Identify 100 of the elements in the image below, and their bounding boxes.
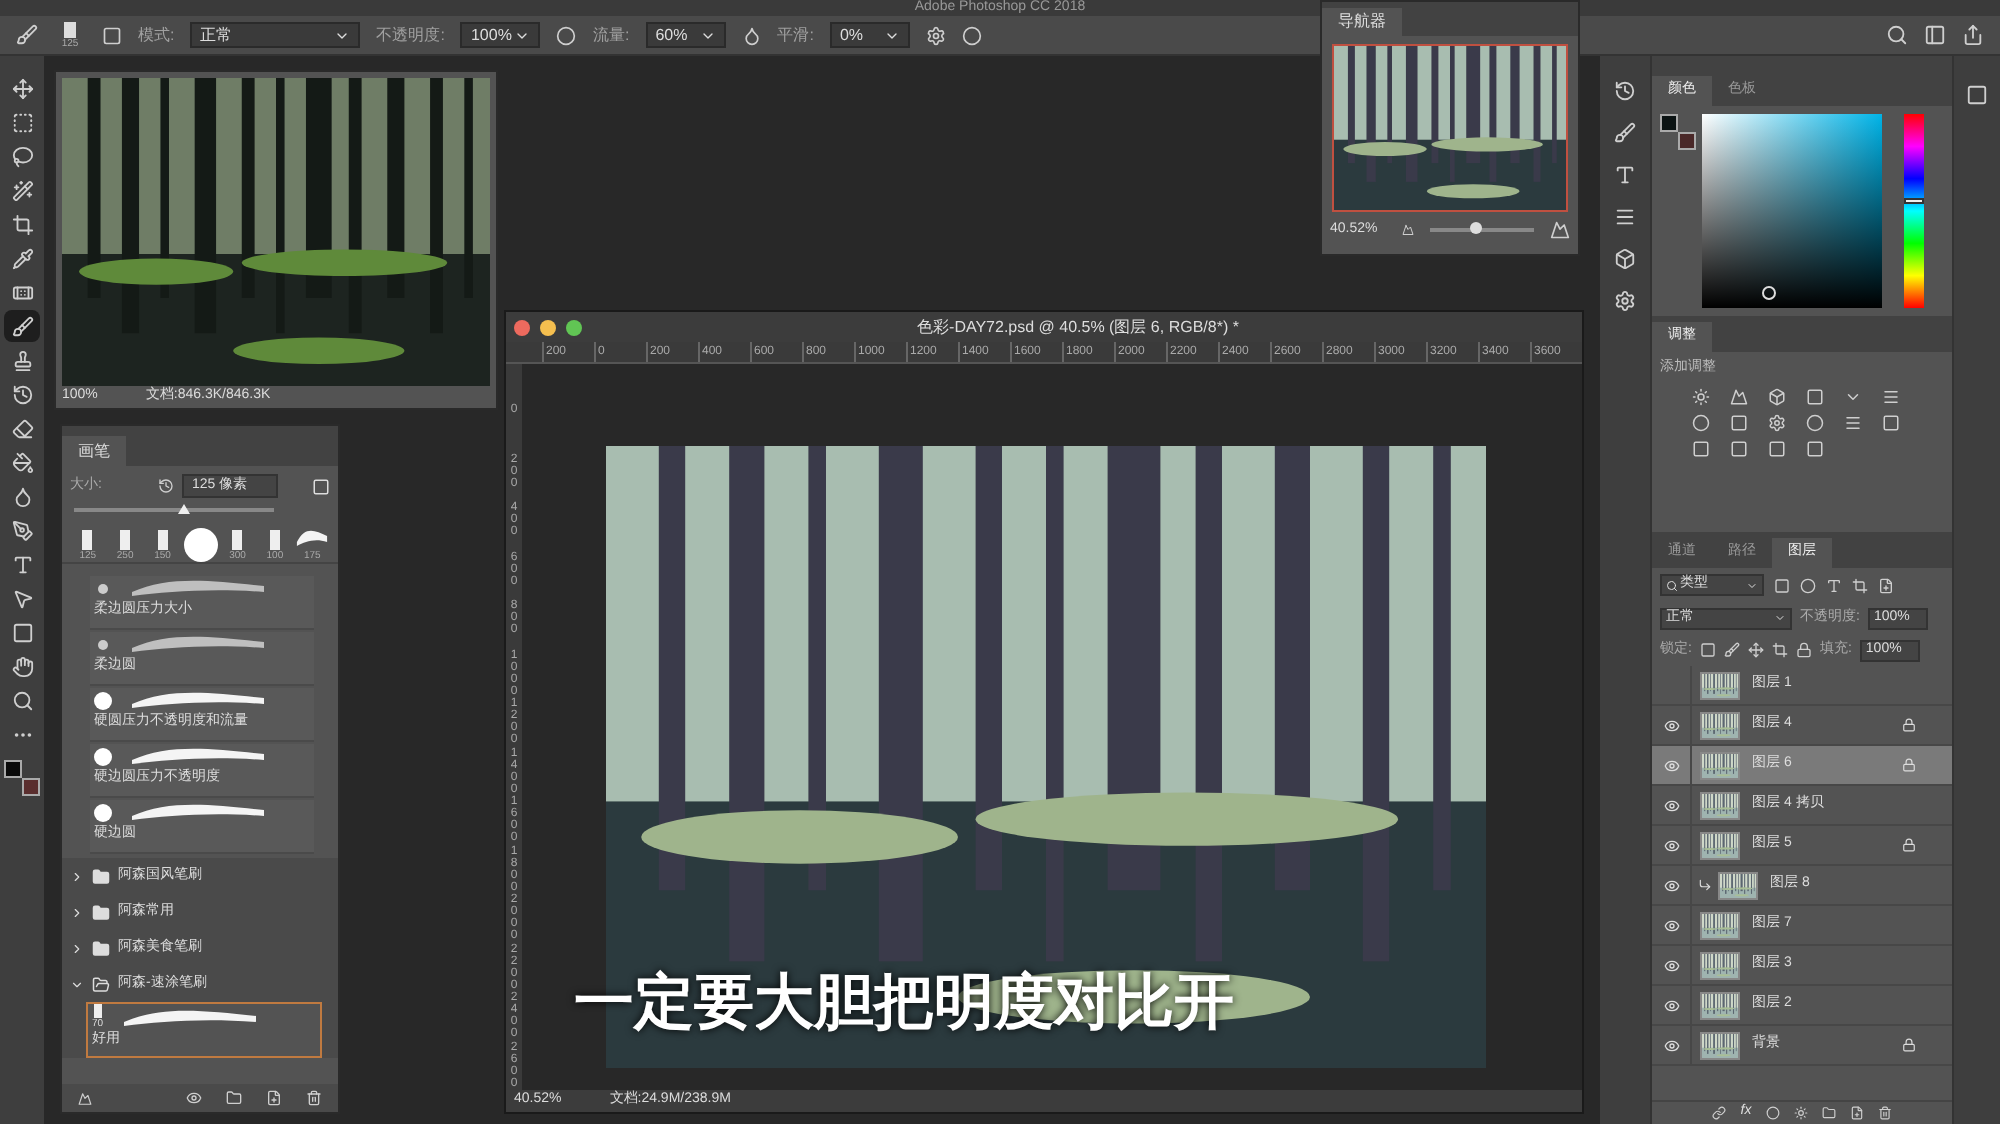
folder-icon <box>92 975 110 993</box>
folder-icon[interactable] <box>226 1090 242 1106</box>
close-button[interactable] <box>514 319 530 335</box>
adjustment-icon[interactable] <box>1882 413 1900 431</box>
chevron-icon[interactable] <box>70 905 84 919</box>
brush-stroke-preview <box>128 800 268 824</box>
soft-tip-icon <box>98 583 108 593</box>
brush-tip-preview[interactable] <box>64 21 76 37</box>
flow-field[interactable]: 60% <box>645 22 726 48</box>
tip-icon <box>120 530 131 550</box>
brush-icon[interactable] <box>1614 122 1636 144</box>
text-icon <box>11 553 33 575</box>
smoothing-label: 平滑: <box>777 23 814 47</box>
brush-stroke-preview <box>128 688 268 712</box>
adjustment-icon[interactable] <box>1882 387 1900 405</box>
search-icon <box>1666 579 1678 591</box>
round-tip-icon <box>183 528 218 562</box>
adjustment-icon[interactable] <box>1768 439 1786 457</box>
eye-icon[interactable] <box>1663 957 1679 973</box>
settings-icon[interactable] <box>925 25 946 45</box>
filter-icon[interactable] <box>1852 577 1868 593</box>
background-color-swatch[interactable] <box>1678 132 1696 150</box>
adjustment-icon[interactable] <box>1768 387 1786 405</box>
eye-icon[interactable] <box>1663 797 1679 813</box>
opacity-label: 不透明度: <box>376 23 445 47</box>
brush-icon <box>16 24 38 46</box>
eye-icon[interactable] <box>1663 1037 1679 1053</box>
new-brush-icon[interactable] <box>266 1090 282 1106</box>
eye-icon[interactable] <box>1663 757 1679 773</box>
foreground-color-swatch[interactable] <box>4 760 22 778</box>
eye-icon[interactable] <box>186 1090 202 1106</box>
hard-tip-icon <box>94 747 112 765</box>
color-field[interactable] <box>1702 114 1882 308</box>
brush-stroke-preview <box>128 576 268 600</box>
eye-icon[interactable] <box>1663 717 1679 733</box>
square-icon <box>11 621 33 643</box>
trash-icon[interactable] <box>1877 1106 1892 1120</box>
minimize-button[interactable] <box>540 319 556 335</box>
cube-icon[interactable] <box>1614 248 1636 270</box>
foreground-color-swatch[interactable] <box>1660 114 1678 132</box>
pen-icon <box>11 519 33 541</box>
hue-thumb[interactable] <box>1904 197 1924 204</box>
brush-stroke-preview <box>119 1005 260 1029</box>
hue-slider[interactable] <box>1904 114 1924 308</box>
eye-icon[interactable] <box>1663 877 1679 893</box>
hard-tip-icon <box>94 803 112 821</box>
chevron-icon[interactable] <box>70 977 84 991</box>
smoothing-field[interactable]: 0% <box>829 22 910 48</box>
adjustment-icon[interactable] <box>1793 1106 1808 1120</box>
eye-icon[interactable] <box>1663 997 1679 1013</box>
brush-stroke-preview <box>128 632 268 656</box>
folder-icon <box>92 939 110 957</box>
adjustment-icon[interactable] <box>1768 413 1786 431</box>
pointer-icon <box>11 587 33 609</box>
opacity-field[interactable]: 100% <box>460 22 541 48</box>
panel-icon[interactable] <box>1966 84 1988 106</box>
history-icon[interactable] <box>1614 80 1636 102</box>
filter-icon[interactable] <box>1878 577 1894 593</box>
reset-icon[interactable] <box>158 478 174 494</box>
trash-icon[interactable] <box>306 1090 322 1106</box>
slider-thumb[interactable] <box>1470 222 1483 235</box>
adjustment-icon[interactable] <box>1692 387 1710 405</box>
folder-icon[interactable] <box>1821 1106 1836 1120</box>
slider-thumb[interactable] <box>178 504 190 514</box>
color-picker-ring[interactable] <box>1762 286 1776 300</box>
adjustment-icon[interactable] <box>1844 413 1862 431</box>
panel-tab[interactable]: 画笔 <box>62 436 126 466</box>
brush-stroke-preview <box>296 526 329 550</box>
eye-icon[interactable] <box>1663 917 1679 933</box>
caret-icon <box>1746 579 1758 591</box>
bandage-icon <box>11 281 33 303</box>
paragraph-icon[interactable] <box>1614 206 1636 228</box>
crop-icon[interactable] <box>1771 642 1788 658</box>
chevron-icon[interactable] <box>70 869 84 883</box>
panel-tab[interactable]: 导航器 <box>1322 8 1402 36</box>
move-icon[interactable] <box>1747 642 1764 658</box>
zoom-button[interactable] <box>566 319 582 335</box>
chevron-icon[interactable] <box>70 941 84 955</box>
droplet-icon <box>11 485 33 507</box>
eye-icon[interactable] <box>1663 837 1679 853</box>
lasso-icon <box>11 145 33 167</box>
document-title: 色彩-DAY72.psd @ 40.5% (图层 6, RGB/8*) * <box>915 315 1241 339</box>
background-color-swatch[interactable] <box>22 778 40 796</box>
zoom-slider[interactable] <box>1430 228 1534 233</box>
properties-icon[interactable] <box>1614 290 1636 312</box>
mode-dropdown[interactable]: 正常 <box>190 22 361 48</box>
share-icon[interactable] <box>1962 24 1984 46</box>
tool-button[interactable] <box>4 310 40 342</box>
new-layer-icon[interactable] <box>1849 1106 1864 1120</box>
search-icon[interactable] <box>1886 24 1908 46</box>
tip-icon <box>269 530 280 550</box>
workspace-icon[interactable] <box>1924 24 1946 46</box>
hand-icon <box>11 655 33 677</box>
text-icon[interactable] <box>1614 164 1636 186</box>
lock-icon[interactable] <box>1795 642 1812 658</box>
filter-icon[interactable] <box>1826 577 1842 593</box>
history-icon <box>11 383 33 405</box>
link-icon[interactable] <box>1712 1106 1727 1120</box>
zoom-icon <box>11 689 33 711</box>
brush-icon[interactable] <box>1723 642 1740 658</box>
